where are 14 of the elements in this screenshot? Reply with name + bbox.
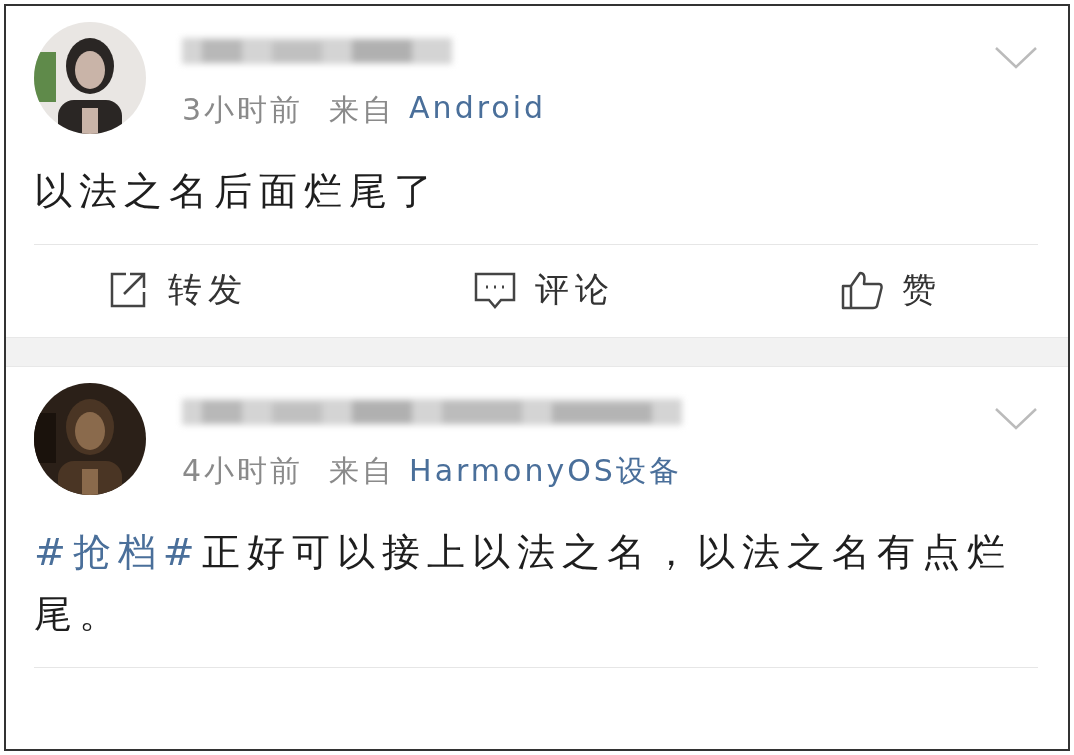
source-prefix: 来自 <box>329 91 396 129</box>
hashtag-link[interactable]: #抢档# <box>34 530 202 574</box>
post-text: #抢档#正好可以接上以法之名，以法之名有点烂尾。 <box>34 529 1013 638</box>
source-prefix: 来自 <box>329 452 396 490</box>
source-link[interactable]: HarmonyOS设备 <box>409 451 682 492</box>
post-text: 以法之名后面烂尾了 <box>34 168 440 215</box>
action-label[interactable]: 转发 <box>168 267 248 313</box>
comment-icon[interactable] <box>473 270 517 310</box>
action-label[interactable]: 赞 <box>902 267 942 313</box>
post-time: 3小时前 <box>182 91 304 129</box>
action-label[interactable]: 评论 <box>535 267 615 313</box>
thumbs-up-icon[interactable] <box>840 270 884 310</box>
source-link[interactable]: Android <box>409 90 547 131</box>
post-time: 4小时前 <box>182 452 304 490</box>
